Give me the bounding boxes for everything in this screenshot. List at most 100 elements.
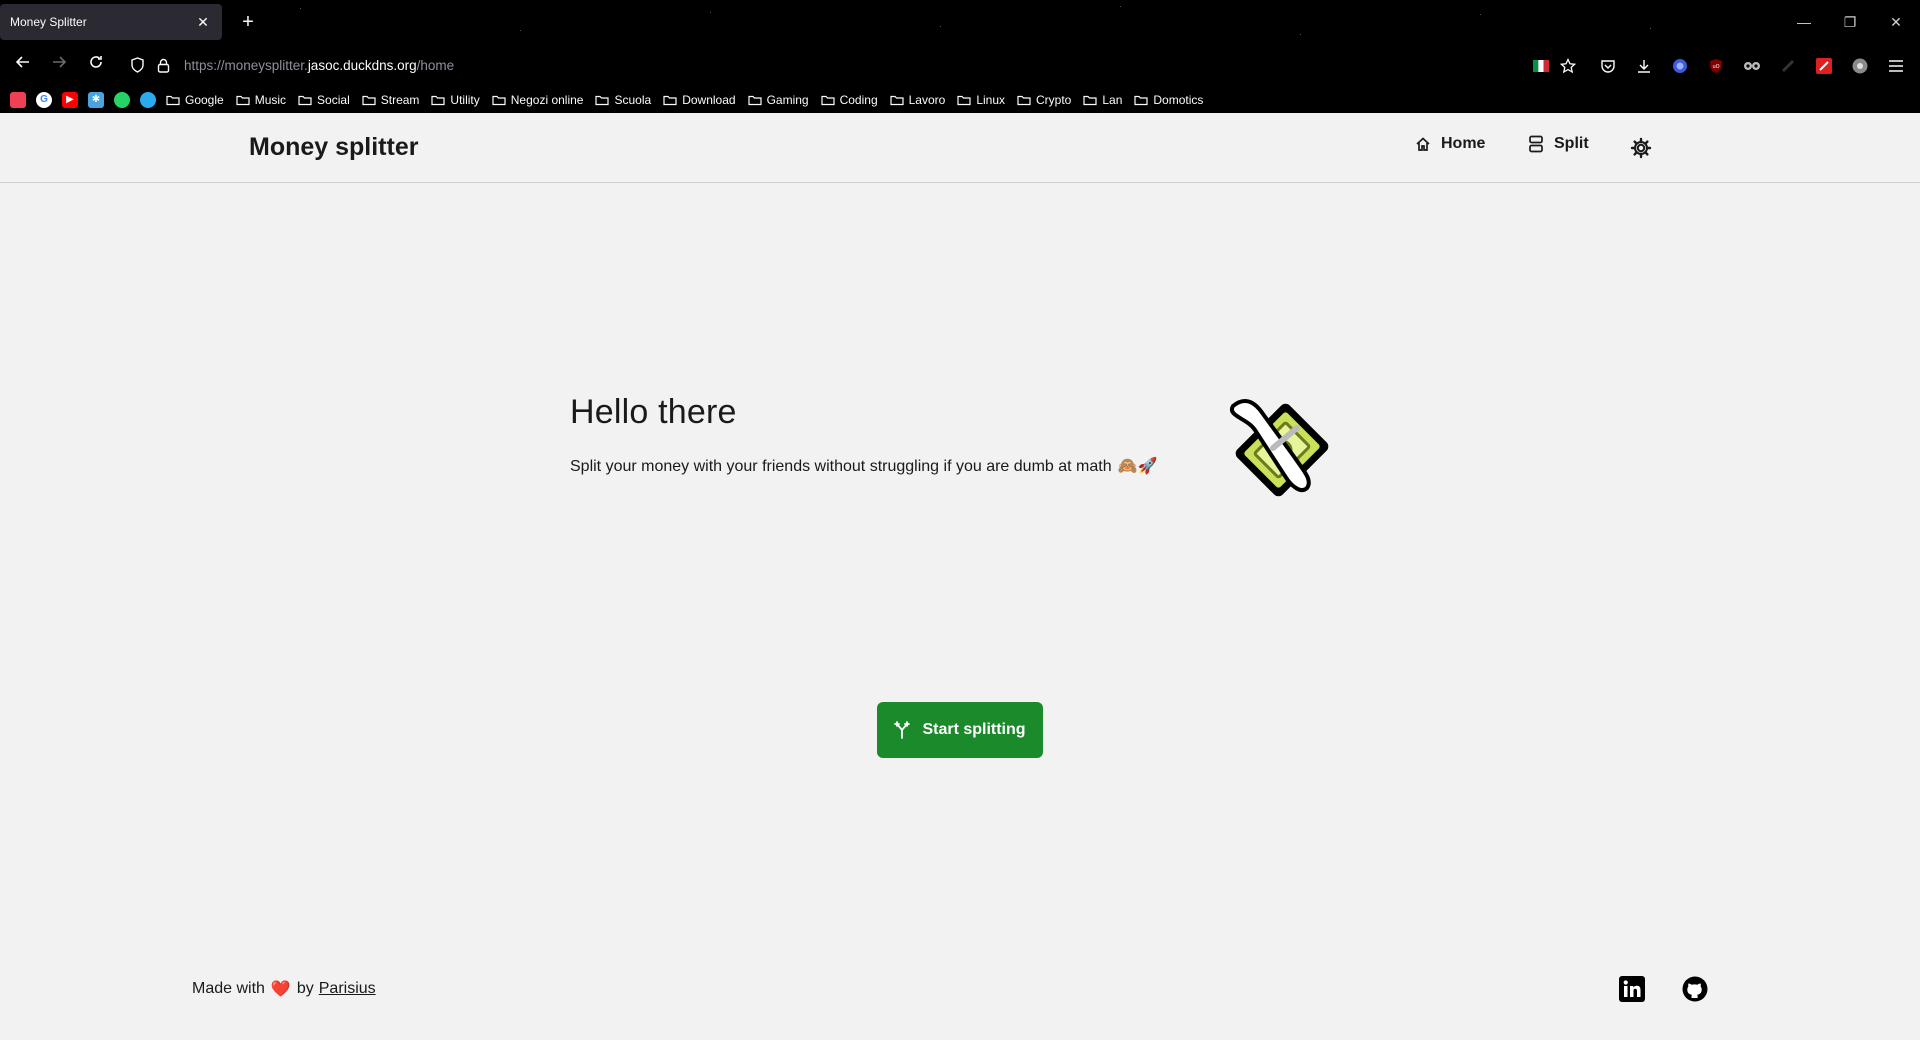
close-window-button[interactable]: ✕ (1876, 10, 1916, 34)
back-arrow-icon (15, 56, 29, 68)
bookmark-folder-label: Domotics (1153, 92, 1204, 107)
youtube-icon[interactable]: ▶ (62, 91, 78, 108)
split-layout-icon (1529, 135, 1543, 153)
folder-icon (1134, 95, 1148, 105)
github-icon[interactable] (1682, 976, 1708, 1002)
bookmark-folder-label: Negozi online (510, 92, 584, 107)
folder-icon (236, 95, 250, 105)
start-splitting-label: Start splitting (922, 721, 1026, 738)
folder-icon (595, 95, 610, 105)
bookmark-folder-label: Gaming (766, 92, 809, 107)
navigation-toolbar: https://moneysplitter.jasoc.duckdns.org/… (0, 44, 1920, 86)
bookmark-folder[interactable]: Google (166, 93, 224, 107)
bookmark-folder-label: Lan (1102, 92, 1123, 107)
url-text: https://moneysplitter.jasoc.duckdns.org/… (184, 57, 455, 73)
bookmark-folder-label: Social (317, 92, 350, 107)
heart-icon: ❤️ (270, 981, 291, 998)
nav-home-link[interactable]: Home (1415, 135, 1485, 153)
downloads-icon[interactable] (1634, 56, 1654, 76)
new-tab-button[interactable]: + (236, 10, 260, 34)
folder-icon (1083, 95, 1097, 105)
pocket-toolbar-icon[interactable] (1598, 56, 1618, 76)
folder-icon (1017, 95, 1031, 105)
dark-reader-icon[interactable] (1778, 56, 1798, 76)
home-icon (1416, 137, 1430, 151)
bookmark-folder[interactable]: Linux (957, 93, 1005, 107)
linkedin-icon[interactable] (1619, 976, 1645, 1002)
bookmark-folder-label: Crypto (1036, 92, 1072, 107)
bookmark-folder[interactable]: Scuola (595, 93, 651, 107)
bookmark-folder-label: Lavoro (908, 92, 946, 107)
folder-icon (747, 95, 762, 105)
bookmarks-toolbar: G ▶ ✱ Google Music Social Stream Utility Nego… (0, 86, 1920, 113)
bookmark-folder[interactable]: Social (298, 93, 350, 107)
extension-blue-icon[interactable] (1670, 56, 1690, 76)
restore-button[interactable]: ❐ (1830, 10, 1870, 34)
bookmark-folder[interactable]: Download (663, 92, 736, 107)
italian-flag-icon[interactable] (1531, 56, 1551, 76)
folder-icon (166, 95, 180, 105)
tab-close-icon[interactable]: ✕ (194, 14, 212, 31)
whatsapp-icon[interactable] (114, 91, 130, 108)
back-button[interactable] (10, 53, 36, 79)
bookmark-folder[interactable]: Coding (820, 93, 878, 107)
bookmark-folder[interactable]: Music (236, 93, 286, 107)
split-arrows-icon (894, 721, 911, 739)
web-page: Money splitter Home Split Hello there Sp… (0, 113, 1920, 1040)
profile-avatar-icon[interactable] (1850, 56, 1870, 76)
forward-button[interactable] (46, 53, 72, 79)
theme-toggle-gear-icon[interactable] (1630, 137, 1652, 159)
reload-button[interactable] (83, 53, 109, 79)
folder-icon (820, 95, 835, 105)
bookmark-folder[interactable]: Crypto (1017, 93, 1071, 107)
browser-tab-active[interactable]: Money Splitter ✕ (0, 4, 222, 40)
hamburger-menu-icon[interactable] (1886, 56, 1906, 76)
tracking-protection-shield-icon[interactable] (124, 52, 150, 78)
bookmark-folder[interactable]: Lavoro (890, 92, 946, 107)
bookmark-folder-label: Utility (450, 92, 480, 107)
forward-arrow-icon (53, 56, 67, 68)
hero-title: Hello there (570, 393, 737, 431)
bookmark-folder-label: Download (682, 92, 736, 107)
money-split-logo-icon (1225, 388, 1340, 513)
bookmark-folder[interactable]: Gaming (747, 92, 809, 107)
folder-icon (890, 95, 904, 105)
bookmark-folder[interactable]: Lan (1083, 93, 1122, 107)
nav-home-label: Home (1441, 135, 1486, 152)
hero-subtitle: Split your money with your friends witho… (570, 458, 1158, 475)
bookmark-folder-label: Music (254, 92, 287, 107)
site-navbar: Money splitter Home Split (0, 113, 1920, 183)
bookmark-folder-label: Google (185, 92, 224, 107)
telegram-icon[interactable] (140, 91, 156, 108)
privacy-badger-icon[interactable] (1742, 56, 1762, 76)
folder-icon (663, 95, 677, 105)
bookmark-folder[interactable]: Utility (431, 92, 480, 107)
footer-by: by (296, 980, 314, 997)
author-link[interactable]: Parisius (319, 980, 376, 998)
tab-title: Money Splitter (10, 15, 87, 29)
url-bar[interactable]: https://moneysplitter.jasoc.duckdns.org/… (124, 50, 1584, 80)
minimize-button[interactable]: — (1784, 10, 1824, 34)
bookmark-folder-label: Stream (380, 92, 420, 107)
start-splitting-button[interactable]: Start splitting (877, 702, 1043, 758)
bookmark-folder-label: Scuola (614, 92, 652, 107)
bookmark-folder[interactable]: Domotics (1134, 93, 1203, 107)
google-icon[interactable]: G (36, 91, 52, 108)
nav-split-label: Split (1554, 135, 1589, 152)
hero-emoji: 🙈🚀 (1117, 458, 1158, 475)
lock-icon[interactable] (150, 52, 176, 78)
pocket-icon[interactable] (10, 91, 26, 108)
folder-icon (492, 95, 506, 105)
bookmark-folder[interactable]: Stream (362, 92, 420, 107)
extension-red-icon[interactable] (1814, 56, 1834, 76)
site-brand[interactable]: Money splitter (249, 133, 418, 162)
folder-icon (298, 95, 312, 105)
bookmark-folder-label: Linux (976, 92, 1006, 107)
nav-split-link[interactable]: Split (1528, 135, 1589, 153)
bookmark-star-icon[interactable] (1558, 56, 1578, 76)
jellyfin-icon[interactable]: ✱ (88, 91, 104, 108)
bookmark-folder[interactable]: Negozi online (492, 92, 584, 107)
reload-icon (90, 56, 102, 68)
ublock-origin-icon[interactable]: uO (1706, 56, 1726, 76)
bookmark-folders: Google Music Social Stream Utility Negozi onl… (166, 93, 1215, 107)
